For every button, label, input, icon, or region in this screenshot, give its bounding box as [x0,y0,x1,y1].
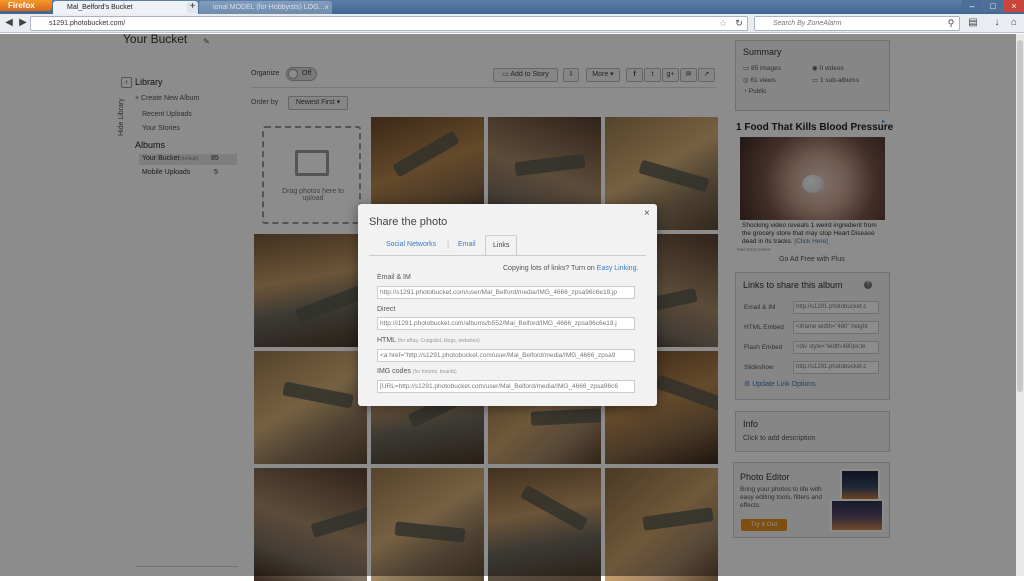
search-icon[interactable]: ⚲ [944,16,958,30]
sidebar-toggle-icon[interactable]: ▤ [966,16,980,30]
close-tab-icon[interactable]: × [324,1,329,14]
firefox-menu-button[interactable]: Firefox [0,0,52,11]
scrollbar-thumb[interactable] [1017,40,1023,392]
tab-links[interactable]: Links [485,235,517,256]
img-code-field[interactable]: [URL=http://s1291.photobucket.com/user/M… [377,380,635,393]
forward-icon[interactable]: ▶ [16,16,30,30]
field-label-img-codes: IMG codes (for forums, boards) [377,368,457,375]
bookmark-star-icon[interactable]: ☆ [716,16,730,30]
field-label-direct: Direct [377,306,396,313]
url-bar[interactable]: s1291.photobucket.com/ [30,16,748,31]
tab-label: Mal_Belford's Bucket [67,4,133,11]
tab-label: ional MODEL (for Hobbyists) LOG... [213,4,325,11]
modal-title: Share the photo [369,216,448,228]
direct-link-field[interactable]: http://i1291.photobucket.com/albums/b552… [377,317,635,330]
tab-underline [369,255,646,256]
close-window-icon[interactable]: × [1004,0,1024,12]
search-input[interactable]: Search By ZoneAlarm [754,16,960,31]
easy-linking-hint: Copying lots of links? Turn on Easy Link… [503,265,639,272]
minimize-icon[interactable]: – [962,0,982,12]
html-code-field[interactable]: <a href="http://s1291.photobucket.com/us… [377,349,635,362]
share-photo-modal: Share the photo × Social Networks | Emai… [358,204,657,406]
tab-separator: | [447,240,450,249]
field-label-html: HTML (for eBay, Craigslist, blogs, websi… [377,337,480,344]
close-icon[interactable]: × [644,208,650,219]
tab-model-log[interactable]: ional MODEL (for Hobbyists) LOG... × [199,1,332,14]
reload-icon[interactable]: ↻ [732,16,746,30]
new-tab-button[interactable]: + [187,2,198,13]
field-label-email-im: Email & IM [377,274,411,281]
tab-email[interactable]: Email [458,241,476,248]
url-text: s1291.photobucket.com/ [49,20,126,27]
tab-links-label: Links [493,242,510,249]
maximize-icon[interactable]: □ [983,0,1003,12]
tab-social-networks[interactable]: Social Networks [386,241,436,248]
search-placeholder: Search By ZoneAlarm [773,20,842,27]
tab-photobucket[interactable]: Mal_Belford's Bucket × [53,1,198,14]
email-im-link-field[interactable]: http://s1291.photobucket.com/user/Mal_Be… [377,286,635,299]
easy-linking-link[interactable]: Easy Linking. [597,265,639,272]
home-icon[interactable]: ⌂ [1007,16,1021,30]
download-icon[interactable]: ↓ [990,16,1004,30]
back-icon[interactable]: ◀ [2,16,16,30]
